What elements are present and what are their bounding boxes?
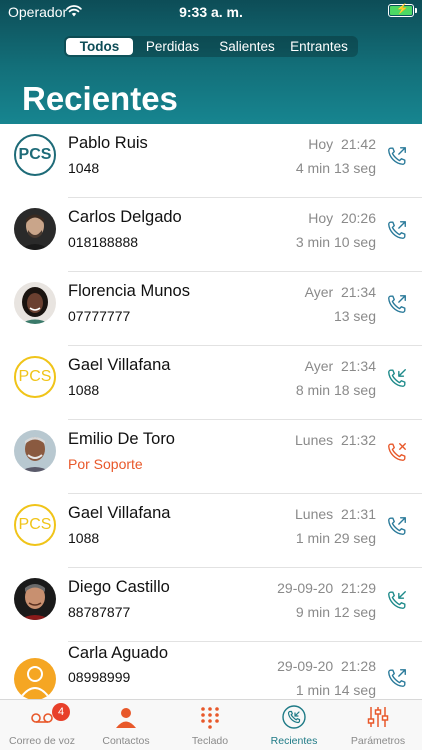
contact-name: Florencia Munos	[68, 282, 190, 300]
call-date: 29-09-20 21:29	[277, 580, 376, 596]
call-row[interactable]: Diego Castillo 88787877 29-09-20 21:29 9…	[0, 568, 422, 642]
status-bar: Operador 9:33 a. m. ⚡	[0, 0, 422, 24]
avatar	[14, 658, 56, 699]
status-time: 9:33 a. m.	[179, 4, 243, 20]
contact-number: 88787877	[68, 604, 131, 620]
call-duration: 13 seg	[333, 308, 376, 324]
call-date: Hoy 21:42	[308, 136, 376, 152]
call-duration: 3 min 10 seg	[295, 234, 376, 250]
recents-icon	[282, 705, 306, 729]
avatar	[14, 578, 56, 620]
contact-number: 1088	[68, 530, 100, 546]
call-date: 29-09-20 21:28	[277, 658, 376, 674]
call-filter-segmented-control: Todos Perdidas Salientes Entrantes	[64, 36, 358, 57]
call-date: Lunes 21:32	[295, 432, 376, 448]
tab-correo-de-voz[interactable]: 4 Correo de voz	[0, 700, 84, 750]
call-row[interactable]: PCS Gael Villafana 1088 Lunes 21:31 1 mi…	[0, 494, 422, 568]
tab-todos[interactable]: Todos	[66, 38, 133, 55]
tab-salientes[interactable]: Salientes	[212, 38, 282, 55]
contact-name: Emilio De Toro	[68, 430, 175, 448]
incoming-call-icon[interactable]	[386, 589, 408, 611]
call-row[interactable]: Florencia Munos 07777777 Ayer 21:34 13 s…	[0, 272, 422, 346]
contact-group: Por Soporte	[68, 456, 143, 472]
contact-name: Gael Villafana	[68, 504, 171, 522]
avatar	[14, 430, 56, 472]
contacts-icon	[116, 708, 136, 728]
tab-contactos[interactable]: Contactos	[84, 700, 168, 750]
default-avatar-icon	[14, 658, 56, 699]
call-row[interactable]: PCS Gael Villafana 1088 Ayer 21:34 8 min…	[0, 346, 422, 420]
avatar: PCS	[14, 134, 56, 176]
call-duration: 8 min 18 seg	[295, 382, 376, 398]
contact-number: 1088	[68, 382, 100, 398]
page-title: Recientes	[22, 80, 178, 117]
avatar	[14, 282, 56, 324]
tab-label: Parámetros	[350, 735, 406, 747]
avatar: PCS	[14, 504, 56, 546]
outgoing-call-icon[interactable]	[386, 219, 408, 241]
call-duration: 4 min 13 seg	[295, 160, 376, 176]
contact-number: 08998999	[68, 669, 131, 685]
outgoing-call-icon[interactable]	[386, 145, 408, 167]
tab-label: Correo de voz	[9, 735, 75, 747]
tab-bar: 4 Correo de voz Contactos Teclado Recien…	[0, 699, 422, 750]
avatar	[14, 208, 56, 250]
call-date: Ayer 21:34	[304, 284, 376, 300]
outgoing-call-icon[interactable]	[386, 293, 408, 315]
tab-recientes[interactable]: Recientes	[252, 700, 336, 750]
tab-parametros[interactable]: Parámetros	[336, 700, 420, 750]
call-date: Ayer 21:34	[304, 358, 376, 374]
contact-name: Pablo Ruis	[68, 134, 148, 152]
call-date: Lunes 21:31	[295, 506, 376, 522]
person-photo-icon	[14, 282, 56, 324]
call-row[interactable]: Emilio De Toro Por Soporte Lunes 21:32	[0, 420, 422, 494]
outgoing-call-icon[interactable]	[386, 515, 408, 537]
contact-name: Diego Castillo	[68, 578, 170, 596]
voicemail-icon	[31, 713, 53, 723]
voicemail-badge: 4	[52, 703, 70, 721]
tab-label: Recientes	[270, 735, 318, 747]
call-row[interactable]: Carla Aguado 08998999 29-09-20 21:28 1 m…	[0, 642, 422, 699]
missed-call-icon[interactable]	[386, 441, 408, 463]
tab-label: Contactos	[102, 735, 150, 747]
contact-name: Carla Aguado	[68, 644, 168, 662]
avatar: PCS	[14, 356, 56, 398]
incoming-call-icon[interactable]	[386, 367, 408, 389]
tab-label: Teclado	[191, 735, 229, 747]
tab-perdidas[interactable]: Perdidas	[133, 38, 212, 55]
person-photo-icon	[14, 578, 56, 620]
tab-entrantes[interactable]: Entrantes	[282, 38, 356, 55]
contact-number: 07777777	[68, 308, 131, 324]
contact-number: 1048	[68, 160, 100, 176]
call-date: Hoy 20:26	[308, 210, 376, 226]
call-row[interactable]: PCS Pablo Ruis 1048 Hoy 21:42 4 min 13 s…	[0, 124, 422, 198]
person-photo-icon	[14, 208, 56, 250]
recent-calls-list: PCS Pablo Ruis 1048 Hoy 21:42 4 min 13 s…	[0, 124, 422, 699]
call-duration: 1 min 29 seg	[295, 530, 376, 546]
outgoing-call-icon[interactable]	[386, 667, 408, 689]
header: Operador 9:33 a. m. ⚡ Todos Perdidas Sal…	[0, 0, 422, 124]
call-duration: 1 min 14 seg	[295, 682, 376, 698]
call-row[interactable]: Carlos Delgado 018188888 Hoy 20:26 3 min…	[0, 198, 422, 272]
contact-name: Gael Villafana	[68, 356, 171, 374]
contact-name: Carlos Delgado	[68, 208, 182, 226]
tab-teclado[interactable]: Teclado	[168, 700, 252, 750]
contact-number: 018188888	[68, 234, 139, 250]
settings-sliders-icon	[367, 707, 389, 727]
battery-icon: ⚡	[388, 4, 417, 17]
call-duration: 9 min 12 seg	[295, 604, 376, 620]
person-photo-icon	[14, 430, 56, 472]
keypad-icon	[201, 707, 219, 729]
